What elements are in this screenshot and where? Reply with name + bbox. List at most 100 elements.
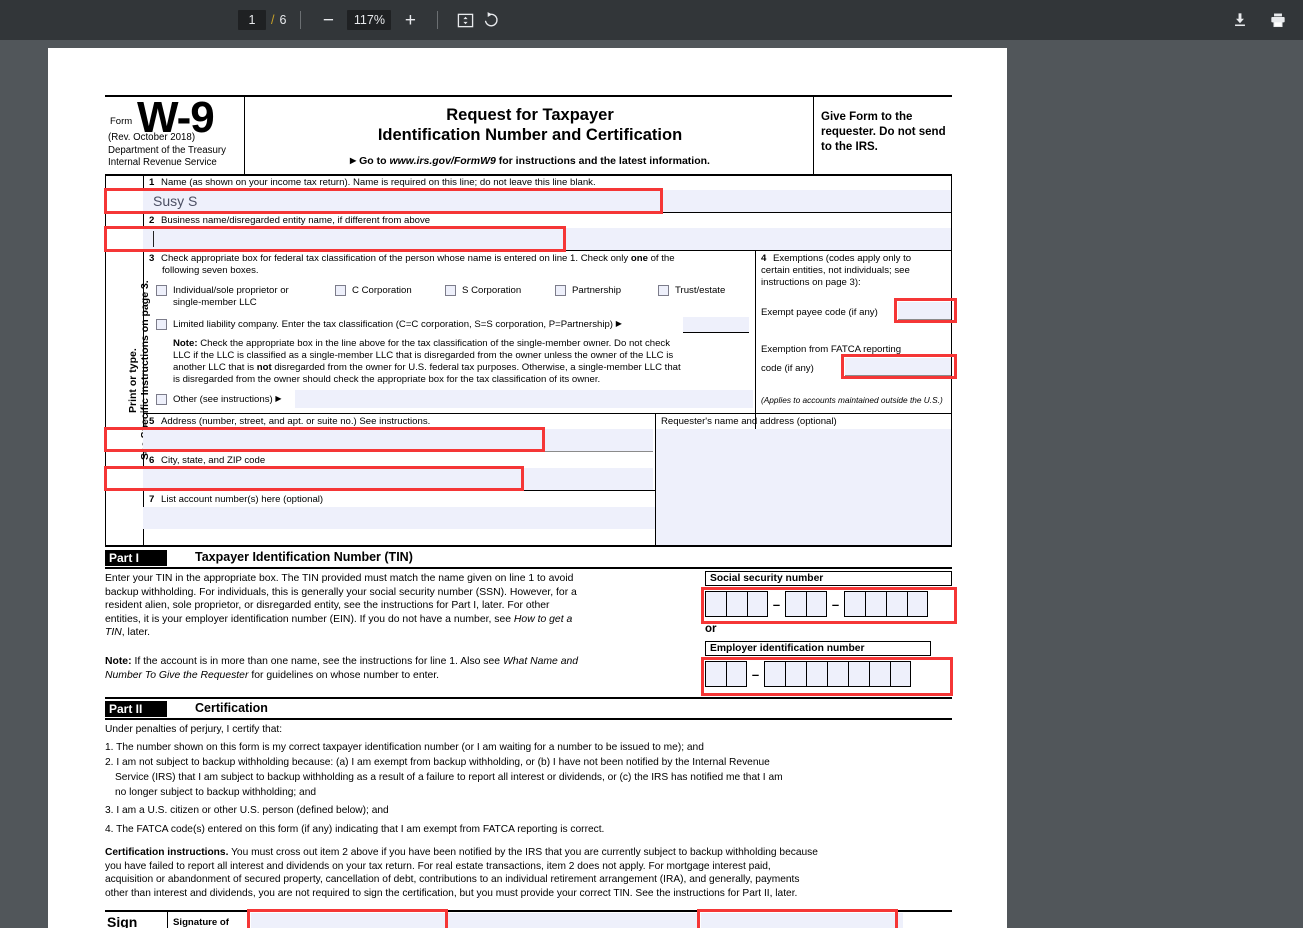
- ein-digit-3[interactable]: [764, 661, 785, 687]
- ssn-digit-2[interactable]: [726, 591, 747, 617]
- cert-line-4: other than interest and dividends, you a…: [105, 887, 798, 899]
- part1-note: Note: If the account is in more than one…: [105, 655, 695, 682]
- part1-note-line-2: Number To Give the Requester for guideli…: [105, 669, 695, 683]
- llc-classification-input[interactable]: [683, 317, 749, 332]
- download-icon[interactable]: [1227, 7, 1253, 33]
- signature-input[interactable]: [251, 913, 699, 928]
- page-number-input[interactable]: 1: [238, 10, 266, 30]
- part2-item-3: 3. I am a U.S. citizen or other U.S. per…: [105, 805, 389, 816]
- ein-digit-2[interactable]: [726, 661, 747, 687]
- line1-name-input[interactable]: Susy S: [143, 190, 952, 212]
- checkbox-c-corporation[interactable]: [335, 285, 346, 296]
- give-form-note: Give Form to the requester. Do not send …: [821, 111, 946, 153]
- part1-note-text-1b: What Name and: [502, 656, 579, 667]
- rule-line6: [143, 490, 655, 491]
- checkbox-c-corporation-label: C Corporation: [352, 285, 412, 296]
- line2-label-text: Business name/disregarded entity name, i…: [161, 215, 431, 226]
- line5-label: 5 Address (number, street, and apt. or s…: [149, 416, 430, 428]
- line5-label-text: Address (number, street, and apt. or sui…: [161, 416, 431, 427]
- part2-item-2: 2. I am not subject to backup withholdin…: [105, 757, 770, 768]
- rotate-icon[interactable]: [478, 7, 504, 33]
- ein-digit-6[interactable]: [827, 661, 848, 687]
- rule-under-part2-bar: [105, 718, 952, 720]
- form-word: Form: [110, 116, 133, 127]
- line6-label-text: City, state, and ZIP code: [161, 455, 266, 466]
- fatca-label-line-2: code (if any): [761, 363, 814, 374]
- toolbar-center-group: 1 / 6 − 117% +: [238, 0, 504, 40]
- fatca-footnote: (Applies to accounts maintained outside …: [761, 395, 943, 405]
- checkbox-limited-liability-company[interactable]: [156, 319, 167, 330]
- rule-line5: [143, 451, 653, 452]
- ein-digit-1[interactable]: [705, 661, 726, 687]
- ein-digit-5[interactable]: [806, 661, 827, 687]
- toolbar-divider-1: [300, 11, 302, 29]
- line3-note-line-1: Note: Check the appropriate box in the l…: [173, 338, 753, 350]
- zoom-level-display[interactable]: 117%: [347, 10, 392, 30]
- line7-account-numbers-input[interactable]: [143, 507, 655, 529]
- pdf-page: Form W-9 (Rev. October 2018) Department …: [48, 48, 1007, 928]
- exempt-payee-code-input[interactable]: [898, 302, 952, 319]
- ssn-digit-1[interactable]: [705, 591, 726, 617]
- part1-p-line-3: resident alien, sole proprietor, or disr…: [105, 600, 550, 612]
- other-label: Other (see instructions) ▶: [173, 394, 282, 406]
- pdf-toolbar: 1 / 6 − 117% +: [0, 0, 1303, 40]
- requester-address-input[interactable]: [656, 429, 952, 545]
- line6-number: 6: [149, 455, 155, 466]
- checkbox-other[interactable]: [156, 394, 167, 405]
- ssn-digit-7[interactable]: [865, 591, 886, 617]
- part2-bar: Part II: [105, 701, 167, 717]
- ssn-digit-8[interactable]: [886, 591, 907, 617]
- part1-note-text-2a: Number To Give the Requester: [105, 669, 249, 681]
- ein-dash-1: –: [747, 661, 764, 687]
- line4-label-text-1: Exemptions (codes apply only to: [773, 253, 912, 264]
- ein-digit-4[interactable]: [785, 661, 806, 687]
- part1-p-line-5: TIN, later.: [105, 626, 695, 640]
- ssn-digit-9[interactable]: [907, 591, 928, 617]
- part1-note-bold: Note:: [105, 656, 132, 667]
- sign-here-label: Sign Here: [107, 914, 138, 928]
- ein-digit-8[interactable]: [869, 661, 890, 687]
- part1-p-line-4: entities, it is your employer identifica…: [105, 613, 695, 627]
- ssn-input-grid[interactable]: – –: [705, 591, 928, 617]
- cert-line-1: Certification instructions. You must cro…: [105, 846, 952, 860]
- llc-caret-icon: ▶: [615, 319, 622, 328]
- ssn-digit-6[interactable]: [844, 591, 865, 617]
- form-title-line-1: Request for Taxpayer: [446, 106, 614, 124]
- line6-city-state-zip-input[interactable]: [143, 468, 653, 490]
- dept-line-2: Internal Revenue Service: [108, 157, 217, 168]
- ssn-digit-5[interactable]: [806, 591, 827, 617]
- form-left-border: [105, 174, 106, 546]
- line5-address-input[interactable]: [143, 429, 653, 451]
- ssn-digit-3[interactable]: [747, 591, 768, 617]
- line2-business-name-input[interactable]: [143, 228, 952, 250]
- fit-page-icon[interactable]: [452, 7, 478, 33]
- line3-label: 3 Check appropriate box for federal tax …: [149, 253, 749, 265]
- ein-input-grid[interactable]: –: [705, 661, 911, 687]
- other-label-text: Other (see instructions): [173, 394, 273, 405]
- form-right-border: [951, 174, 952, 546]
- line1-label-text: Name (as shown on your income tax return…: [161, 177, 596, 188]
- line3-number: 3: [149, 253, 155, 264]
- ssn-digit-4[interactable]: [785, 591, 806, 617]
- cert-line-3: acquisition or abandonment of secured pr…: [105, 874, 800, 886]
- print-icon[interactable]: [1265, 7, 1291, 33]
- rule-under-part1-bar: [105, 567, 952, 569]
- part1-p-line-5b: , later.: [121, 627, 151, 639]
- llc-label-text: Limited liability company. Enter the tax…: [173, 319, 614, 330]
- checkbox-s-corporation[interactable]: [445, 285, 456, 296]
- checkbox-individual-sole-proprietor[interactable]: [156, 285, 167, 296]
- part2-item-2-cont-1: Service (IRS) that I am subject to backu…: [115, 772, 783, 783]
- line7-label-text: List account number(s) here (optional): [161, 494, 324, 505]
- checkbox-trust-estate[interactable]: [658, 285, 669, 296]
- ein-digit-9[interactable]: [890, 661, 911, 687]
- part2-title: Certification: [195, 701, 268, 715]
- cert-bold-label: Certification instructions.: [105, 847, 229, 858]
- ein-digit-7[interactable]: [848, 661, 869, 687]
- zoom-in-button[interactable]: +: [397, 7, 423, 33]
- checkbox-partnership[interactable]: [555, 285, 566, 296]
- fatca-code-input[interactable]: [845, 358, 952, 375]
- zoom-out-button[interactable]: −: [315, 7, 341, 33]
- date-input[interactable]: [701, 913, 903, 928]
- rule-above-part2: [105, 697, 952, 699]
- other-classification-input[interactable]: [295, 390, 753, 408]
